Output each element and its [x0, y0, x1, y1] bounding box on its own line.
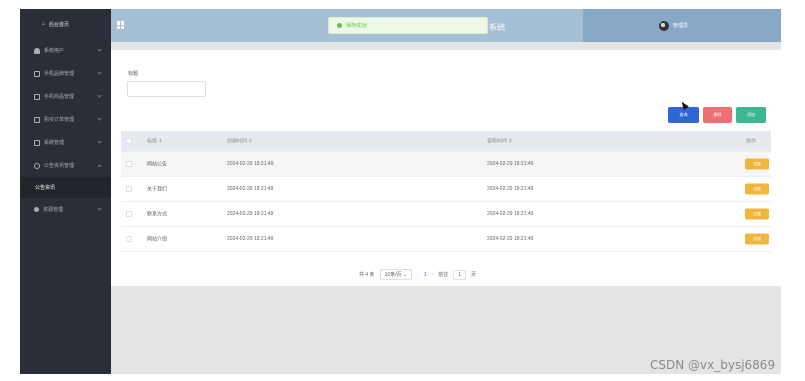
chevron-up-icon: [97, 164, 102, 169]
goto-label: 前往: [438, 272, 449, 278]
cell-created: 2024-02-29 18:21:49: [227, 211, 274, 217]
table-row: 关于我们 2024-02-29 18:21:49 2024-02-29 18:2…: [121, 177, 771, 202]
success-toast: 保存成功!: [328, 17, 488, 34]
row-checkbox[interactable]: [126, 186, 132, 192]
cell-title: 网站介绍: [147, 236, 168, 243]
cell-created: 2024-02-29 18:21:49: [227, 186, 274, 192]
select-all-checkbox[interactable]: [126, 138, 132, 144]
page-suffix: 页: [471, 272, 477, 278]
sidebar-item-products[interactable]: 手机商品管理: [20, 85, 111, 108]
user-icon: [34, 47, 40, 54]
sidebar-item-brands[interactable]: 手机品牌管理: [20, 62, 111, 85]
main-content: 标题 查询 删除 添加 标题 ⇕ 创建时间 ⇕ 更新时间 ⇕ 操作 网站公告 2…: [111, 50, 781, 286]
table-row: 联系方式 2024-02-29 18:21:49 2024-02-29 18:2…: [121, 202, 771, 227]
menu-grid-icon[interactable]: [117, 21, 125, 29]
goto-page-input[interactable]: 1: [453, 269, 467, 280]
table-row: 网站介绍 2024-02-29 18:21:49 2024-02-29 18:2…: [121, 227, 771, 252]
detail-button[interactable]: 详情: [745, 183, 769, 195]
info-icon: [34, 162, 40, 169]
cell-created: 2024-02-29 18:21:49: [227, 161, 274, 167]
row-checkbox[interactable]: [126, 211, 132, 217]
pagination-total: 共 4 条: [359, 272, 375, 278]
sidebar-item-label: 公告资讯管理: [44, 163, 75, 169]
delete-button[interactable]: 删除: [703, 107, 732, 123]
home-icon: ⌂: [42, 21, 46, 27]
sidebar-item-label: 手机商品管理: [44, 94, 75, 100]
current-page[interactable]: 1: [424, 272, 427, 278]
sidebar-item-announcements[interactable]: 公告资讯管理: [20, 154, 111, 177]
box-icon: [34, 116, 40, 123]
sidebar-item-label: 资源管理: [43, 207, 64, 213]
table-header-row: 标题 ⇕ 创建时间 ⇕ 更新时间 ⇕ 操作: [121, 131, 771, 152]
detail-button[interactable]: 详情: [745, 208, 769, 220]
column-header-created[interactable]: 创建时间 ⇕: [227, 138, 253, 145]
cell-title: 关于我们: [147, 186, 168, 193]
sidebar-home[interactable]: ⌂ 后台首页: [20, 9, 111, 39]
box-icon: [34, 93, 40, 100]
box-icon: [34, 70, 40, 77]
sidebar-item-label: 系统管理: [44, 140, 65, 146]
avatar: [659, 20, 669, 31]
prev-page-button[interactable]: ‹: [417, 272, 419, 278]
sidebar-home-label: 后台首页: [49, 21, 70, 28]
toast-message: 保存成功!: [346, 23, 368, 29]
title-filter-label: 标题: [128, 71, 139, 77]
title-filter-input[interactable]: [127, 81, 206, 97]
chevron-down-icon: [97, 93, 102, 98]
cell-updated: 2024-02-29 18:21:49: [487, 211, 534, 217]
row-checkbox[interactable]: [126, 161, 132, 167]
sidebar-item-users[interactable]: 系统用户: [20, 39, 111, 62]
watermark: CSDN @vx_bysj6869: [650, 358, 776, 372]
sidebar-item-resources[interactable]: 资源管理: [20, 198, 111, 221]
chevron-down-icon: [97, 116, 102, 121]
cell-title: 联系方式: [147, 211, 168, 218]
dot-icon: [34, 207, 39, 212]
cell-title: 网站公告: [147, 161, 168, 168]
detail-button[interactable]: 详情: [745, 158, 769, 170]
table-row: 网站公告 2024-02-29 18:21:49 2024-02-29 18:2…: [121, 152, 771, 177]
sidebar: ⌂ 后台首页 系统用户 手机品牌管理 手机商品管理 购买订单管理 系统管理 公告…: [20, 9, 111, 374]
app-window: ⌂ 后台首页 系统用户 手机品牌管理 手机商品管理 购买订单管理 系统管理 公告…: [20, 9, 781, 374]
sidebar-item-label: 手机品牌管理: [44, 71, 75, 77]
announcement-table: 标题 ⇕ 创建时间 ⇕ 更新时间 ⇕ 操作 网站公告 2024-02-29 18…: [121, 131, 771, 252]
cell-updated: 2024-02-29 18:21:49: [487, 186, 534, 192]
chevron-down-icon: [97, 206, 102, 211]
user-name: 管理员: [673, 23, 689, 29]
success-icon: [337, 23, 342, 28]
chevron-down-icon: [97, 70, 102, 75]
next-page-button[interactable]: ›: [432, 272, 434, 278]
sidebar-item-system[interactable]: 系统管理: [20, 131, 111, 154]
pagination: 共 4 条 10条/页 ⌄ ‹ 1 › 前往 1 页: [359, 269, 476, 280]
user-menu[interactable]: 管理员: [583, 9, 781, 42]
chevron-down-icon: [97, 139, 102, 144]
add-button[interactable]: 添加: [736, 107, 766, 123]
detail-button[interactable]: 详情: [745, 233, 769, 245]
column-header-updated[interactable]: 更新时间 ⇕: [487, 138, 513, 145]
sidebar-item-label: 系统用户: [44, 48, 65, 54]
sidebar-subitem-label: 公告资讯: [35, 185, 56, 191]
cell-updated: 2024-02-29 18:21:49: [487, 236, 534, 242]
chevron-down-icon: [97, 47, 102, 52]
sidebar-subitem-announcements[interactable]: 公告资讯: [20, 177, 111, 198]
column-header-title[interactable]: 标题 ⇕: [147, 138, 163, 145]
page-size-select[interactable]: 10条/页 ⌄: [379, 269, 413, 280]
sidebar-item-label: 购买订单管理: [44, 117, 75, 123]
cell-updated: 2024-02-29 18:21:49: [487, 161, 534, 167]
row-checkbox[interactable]: [126, 236, 132, 242]
grid-icon: [34, 139, 40, 146]
column-header-operation: 操作: [746, 138, 757, 145]
cell-created: 2024-02-29 18:21:49: [227, 236, 274, 242]
sidebar-item-orders[interactable]: 购买订单管理: [20, 108, 111, 131]
